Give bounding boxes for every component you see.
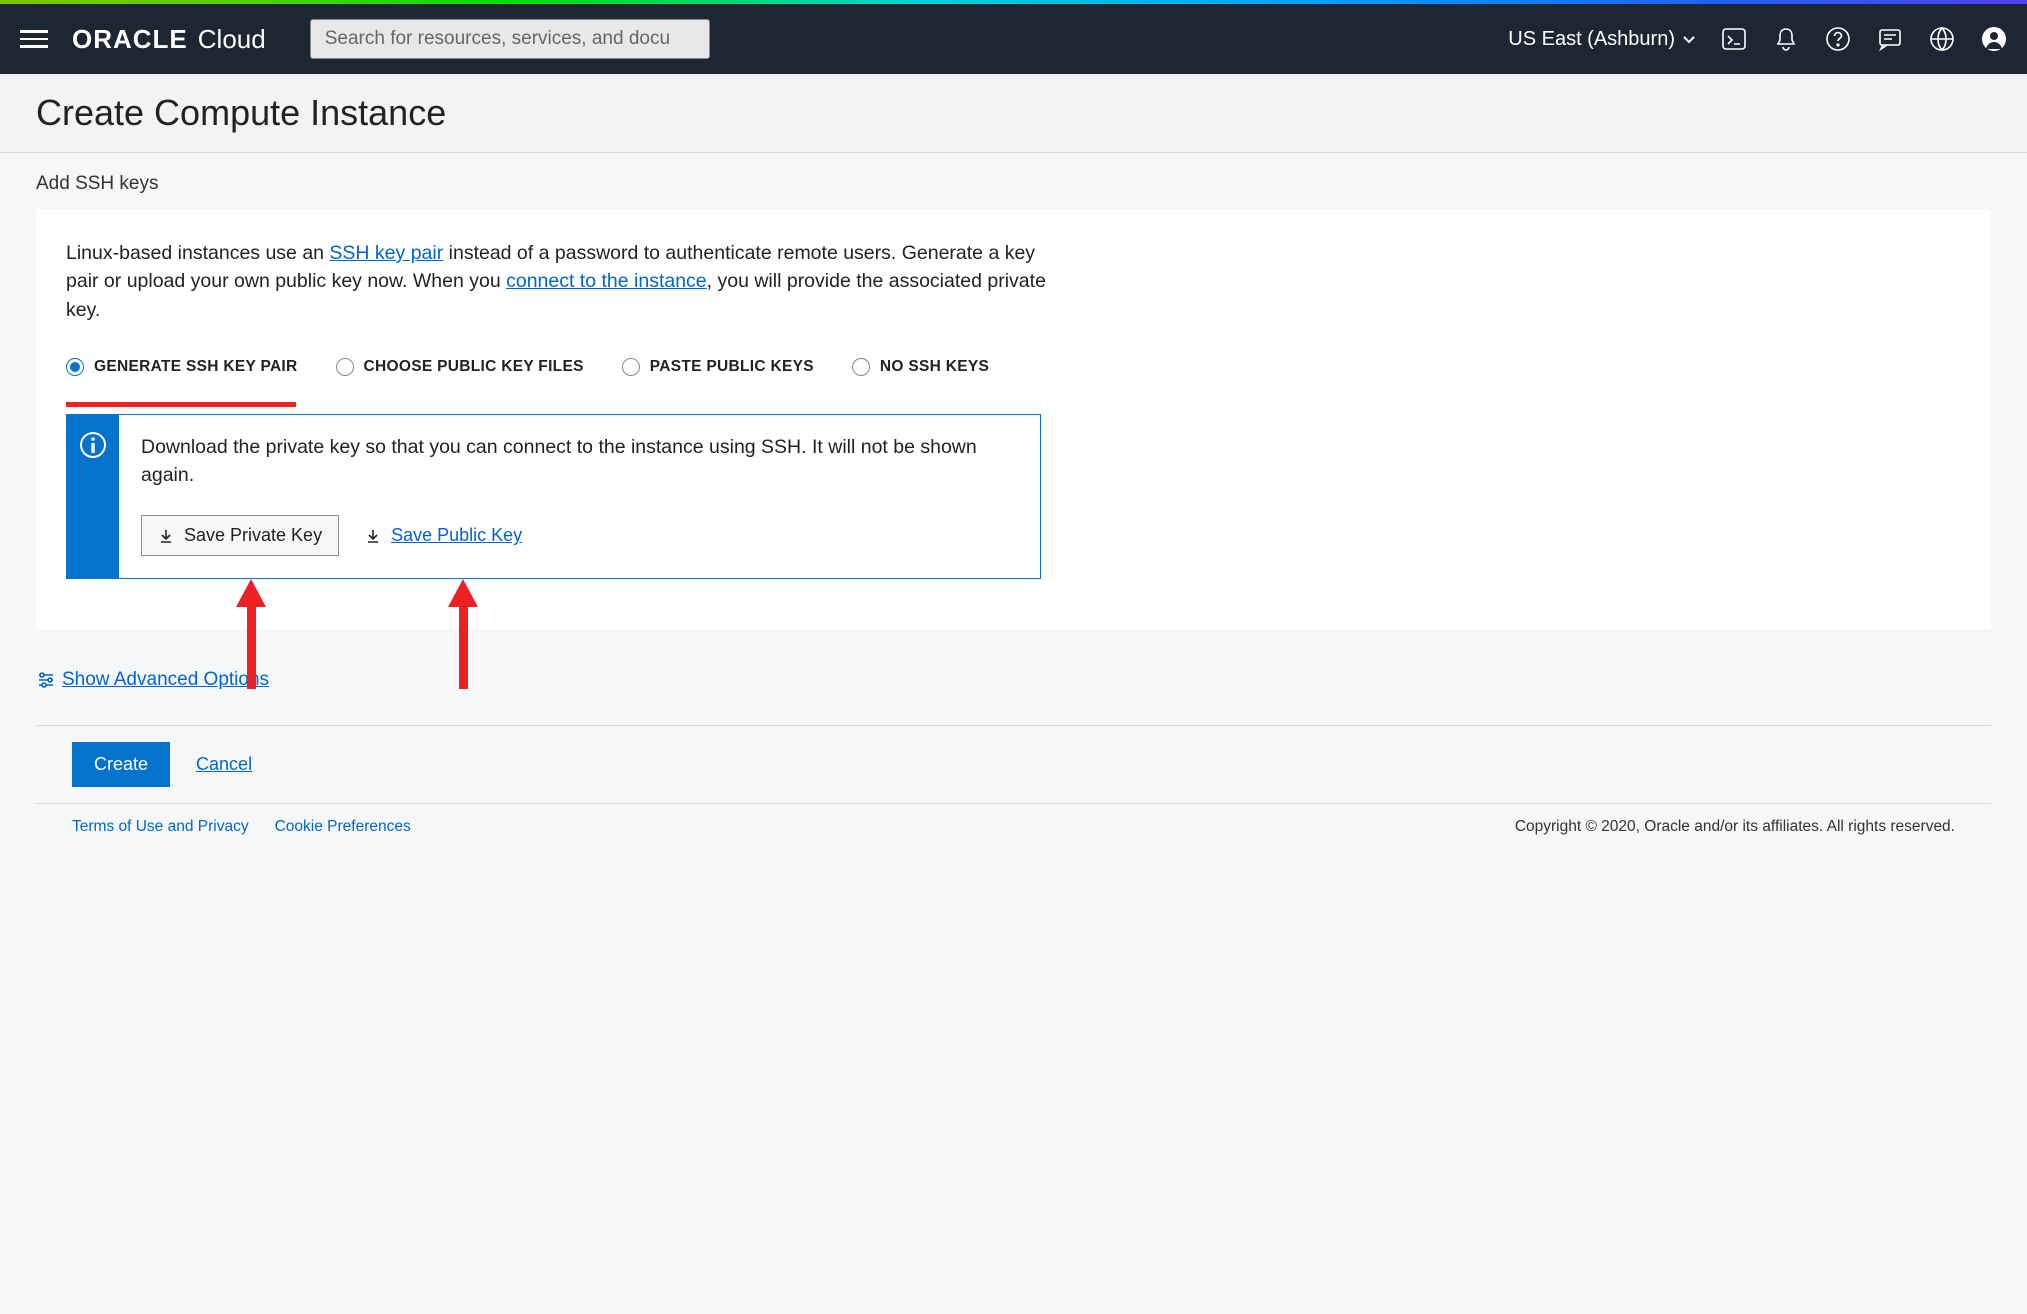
download-icon xyxy=(365,528,381,544)
ssh-description: Linux-based instances use an SSH key pai… xyxy=(66,239,1046,324)
download-icon xyxy=(158,528,174,544)
annotation-arrow-2 xyxy=(448,579,478,689)
ssh-card: Linux-based instances use an SSH key pai… xyxy=(36,209,1991,629)
footer: Terms of Use and Privacy Cookie Preferen… xyxy=(36,803,1991,850)
radio-label: CHOOSE PUBLIC KEY FILES xyxy=(364,358,584,376)
connect-instance-link[interactable]: connect to the instance xyxy=(506,270,707,292)
radio-generate-ssh[interactable]: GENERATE SSH KEY PAIR xyxy=(66,358,298,376)
radio-icon xyxy=(66,358,84,376)
info-message: Download the private key so that you can… xyxy=(141,433,1018,490)
cancel-link[interactable]: Cancel xyxy=(196,754,252,775)
ssh-options: GENERATE SSH KEY PAIR CHOOSE PUBLIC KEY … xyxy=(66,358,1961,376)
radio-label: PASTE PUBLIC KEYS xyxy=(650,358,814,376)
globe-icon[interactable] xyxy=(1929,26,1955,52)
show-advanced-options-link[interactable]: Show Advanced Options xyxy=(36,669,269,691)
subheader: Create Compute Instance xyxy=(0,74,2027,153)
save-public-key-link[interactable]: Save Public Key xyxy=(365,525,522,546)
help-icon[interactable] xyxy=(1825,26,1851,52)
top-nav: ORACLE Cloud US East (Ashburn) xyxy=(0,4,2027,74)
advanced-label: Show Advanced Options xyxy=(62,669,269,691)
search-box[interactable] xyxy=(310,19,710,59)
radio-paste-keys[interactable]: PASTE PUBLIC KEYS xyxy=(622,358,814,376)
chat-icon[interactable] xyxy=(1877,26,1903,52)
radio-icon xyxy=(622,358,640,376)
radio-no-ssh[interactable]: NO SSH KEYS xyxy=(852,358,989,376)
search-input[interactable] xyxy=(311,20,709,58)
brand-main: ORACLE xyxy=(72,24,188,55)
page-title: Create Compute Instance xyxy=(36,92,1991,134)
create-button[interactable]: Create xyxy=(72,742,170,787)
ssh-keypair-link[interactable]: SSH key pair xyxy=(329,242,443,264)
profile-icon[interactable] xyxy=(1981,26,2007,52)
annotation-underline xyxy=(66,402,296,407)
terms-link[interactable]: Terms of Use and Privacy xyxy=(72,818,249,836)
radio-label: NO SSH KEYS xyxy=(880,358,989,376)
radio-icon xyxy=(336,358,354,376)
link-label: Save Public Key xyxy=(391,525,522,546)
nav-icons xyxy=(1721,26,2007,52)
radio-icon xyxy=(852,358,870,376)
info-icon xyxy=(79,431,107,459)
chevron-down-icon xyxy=(1681,31,1697,47)
brand-sub: Cloud xyxy=(198,24,266,55)
region-selector[interactable]: US East (Ashburn) xyxy=(1508,28,1697,51)
main-content: Add SSH keys Linux-based instances use a… xyxy=(0,153,2027,1314)
brand-logo[interactable]: ORACLE Cloud xyxy=(72,24,266,55)
region-label: US East (Ashburn) xyxy=(1508,28,1675,51)
sliders-icon xyxy=(36,670,56,690)
cloud-shell-icon[interactable] xyxy=(1721,26,1747,52)
info-panel: Download the private key so that you can… xyxy=(66,414,1041,580)
action-bar: Create Cancel xyxy=(36,725,1991,803)
info-strip xyxy=(67,415,119,579)
section-label: Add SSH keys xyxy=(36,173,1991,195)
cookie-prefs-link[interactable]: Cookie Preferences xyxy=(275,818,411,836)
radio-choose-files[interactable]: CHOOSE PUBLIC KEY FILES xyxy=(336,358,584,376)
save-private-key-button[interactable]: Save Private Key xyxy=(141,515,339,556)
menu-icon[interactable] xyxy=(20,30,48,48)
radio-label: GENERATE SSH KEY PAIR xyxy=(94,358,298,376)
copyright-text: Copyright © 2020, Oracle and/or its affi… xyxy=(1515,818,1955,836)
notifications-icon[interactable] xyxy=(1773,26,1799,52)
button-label: Save Private Key xyxy=(184,525,322,546)
